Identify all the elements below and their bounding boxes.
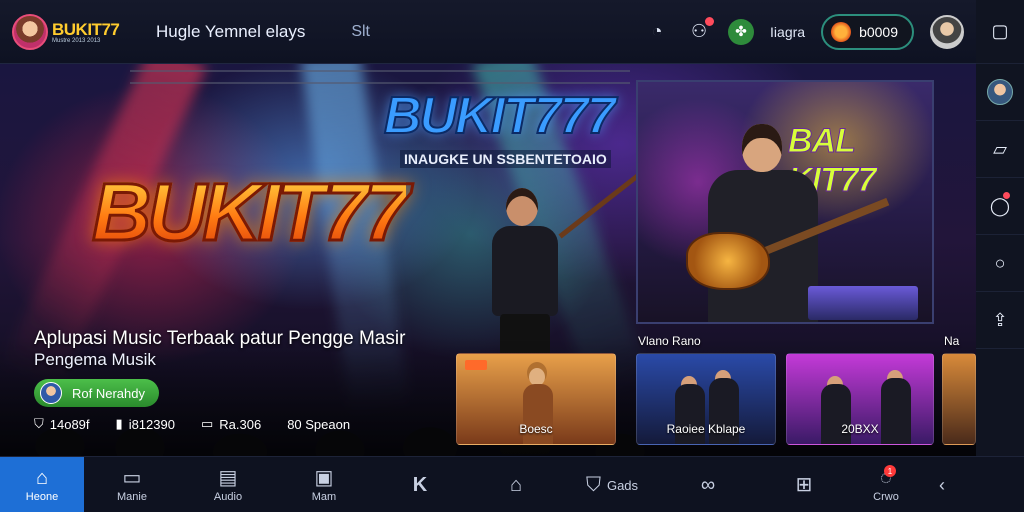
nav-video[interactable]: ▭ Manie — [84, 457, 180, 512]
nav-guard[interactable]: ⛉ Gads — [564, 457, 660, 512]
cta-button[interactable]: Rof Nerahdy — [34, 379, 159, 407]
top-bar: BUKIT77 Mustre 2013 2013 Hugle Yemnel el… — [0, 0, 976, 64]
stat-item: ⛉ 14o89f — [34, 416, 90, 432]
thumbnail-card[interactable]: 20BXX — [786, 353, 934, 445]
stat-item: 80 Speaon — [287, 416, 351, 432]
coin-amount: b0009 — [859, 23, 898, 40]
search-field[interactable]: Slt — [351, 23, 370, 41]
logo-avatar — [12, 13, 48, 50]
notification-dot — [705, 16, 715, 26]
thumbnail-card[interactable]: Boesc — [456, 353, 616, 445]
cta-label: Rof Nerahdy — [72, 385, 145, 401]
shield-icon: ⛉ — [34, 416, 44, 431]
chat-icon: ▭ — [200, 416, 214, 431]
thumbnail-badge — [465, 360, 487, 370]
keyboard-figure — [808, 286, 918, 320]
logo-text: BUKIT77 — [52, 19, 120, 39]
square-icon[interactable]: ▢ — [976, 0, 1024, 64]
home-icon: ⌂ — [35, 466, 49, 489]
notification-icon[interactable]: ◯ — [976, 178, 1024, 235]
music-icon: ▤ — [218, 466, 238, 489]
clover-icon[interactable]: ✤ — [728, 18, 755, 45]
right-rail: ▢ ▱ ◯ ○ ⇪ — [976, 0, 1024, 456]
stat-item: ▭ Ra.306 — [200, 416, 262, 432]
video-icon: ▭ — [122, 466, 142, 489]
folder-icon: ▣ — [314, 466, 334, 489]
profile-avatar — [987, 79, 1013, 105]
stats-row: ⛉ 14o89f ▮ i812390 ▭ Ra.306 80 Speaon — [34, 416, 350, 432]
app-logo[interactable]: BUKIT77 Mustre 2013 2013 — [12, 13, 140, 50]
stage-truss — [130, 70, 630, 84]
featured-artist-card[interactable]: BAL KIT77 — [636, 80, 934, 324]
grid-icon: ⊞ — [795, 474, 813, 496]
nav-link[interactable]: ∞ — [660, 457, 756, 512]
bookmark-icon: ▮ — [115, 416, 123, 431]
notification-dot — [1003, 192, 1010, 199]
nav-chat[interactable]: ◌ Crwo 1 — [852, 457, 920, 512]
nav-home[interactable]: ⌂ Heone — [0, 457, 84, 512]
top-actions: ◔ ⚇ ✤ Iiagra b0009 — [644, 13, 964, 50]
page-title: Hugle Yemnel elays — [156, 21, 306, 41]
hero-headline: Aplupasi Music Terbaak patur Pengge Masi… — [34, 328, 406, 349]
nav-folder[interactable]: ▣ Mam — [276, 457, 372, 512]
brand-tagline: INAUGKE UN SSBENTETOAIO — [400, 150, 611, 168]
share-icon[interactable]: ⇪ — [976, 292, 1024, 349]
coin-icon — [831, 21, 852, 42]
k-icon: K — [412, 474, 428, 496]
nav-audio[interactable]: ▤ Audio — [180, 457, 276, 512]
stat-item: ▮ i812390 — [115, 416, 175, 432]
coin-balance[interactable]: b0009 — [821, 13, 914, 50]
nav-k[interactable]: K — [372, 457, 468, 512]
hero-subline: Pengema Musik — [34, 350, 156, 369]
row-label-videos: Vlano Rano — [638, 334, 701, 348]
thumbnail-card[interactable] — [942, 353, 976, 445]
house-icon: ⌂ — [509, 474, 523, 496]
link-icon: ∞ — [700, 474, 716, 496]
nav-grid[interactable]: ⊞ — [756, 457, 852, 512]
shield-icon: ⛉ — [585, 474, 601, 496]
cta-avatar — [40, 382, 62, 404]
rail-profile[interactable] — [976, 64, 1024, 121]
brand-logo-big: BUKIT77 — [91, 166, 412, 260]
chat-icon[interactable]: ▱ — [976, 121, 1024, 178]
notification-badge: 1 — [884, 465, 896, 477]
row-label-more: Na — [944, 334, 960, 348]
hero-banner[interactable]: BUKIT777 INAUGKE UN SSBENTETOAIO BUKIT77… — [0, 64, 976, 456]
back-chevron-icon[interactable]: ‹ — [920, 457, 964, 512]
clock-icon[interactable]: ◔ — [644, 19, 670, 45]
thumbnail-card[interactable]: Raoiee Kblape — [636, 353, 776, 445]
bottom-nav: ⌂ Heone ▭ Manie ▤ Audio ▣ Mam K ⌂ ⛉ Gads… — [0, 456, 1024, 512]
app-root: BUKIT777 INAUGKE UN SSBENTETOAIO BUKIT77… — [0, 0, 1024, 512]
top-label[interactable]: Iiagra — [770, 24, 805, 40]
gamepad-icon[interactable]: ⚇ — [686, 16, 715, 45]
search-icon[interactable]: ○ — [976, 235, 1024, 292]
nav-house[interactable]: ⌂ — [468, 457, 564, 512]
user-avatar[interactable] — [930, 14, 964, 49]
brand-logo-top: BUKIT777 — [383, 86, 617, 146]
